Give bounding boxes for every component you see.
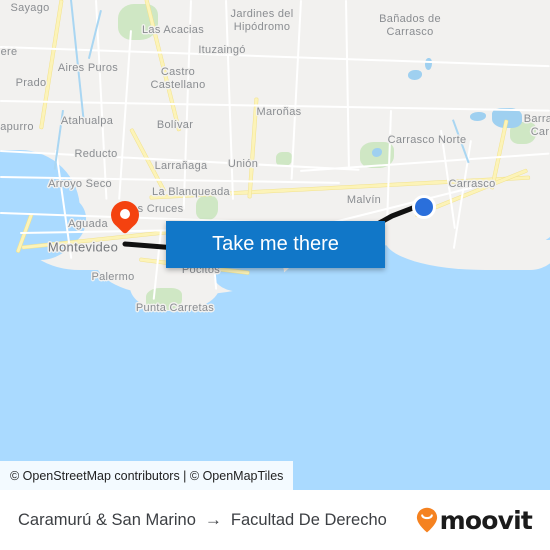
destination-marker-dot[interactable] bbox=[412, 195, 436, 219]
trip-origin-label: Caramurú & San Marino bbox=[18, 510, 196, 529]
pin-center-hole bbox=[120, 209, 130, 219]
footer-bar: Caramurú & San Marino → Facultad De Dere… bbox=[0, 490, 550, 550]
take-me-there-label: Take me there bbox=[212, 233, 339, 255]
moovit-pin-icon bbox=[416, 507, 438, 533]
take-me-there-button[interactable]: Take me there bbox=[166, 221, 385, 268]
trip-summary: Caramurú & San Marino → Facultad De Dere… bbox=[18, 510, 387, 530]
attribution-text: © OpenStreetMap contributors | © OpenMap… bbox=[10, 468, 284, 483]
map-attribution: © OpenStreetMap contributors | © OpenMap… bbox=[0, 461, 294, 490]
map-canvas[interactable]: Sayago Las Acacias Jardines del Hipódromo Ba… bbox=[0, 0, 550, 490]
moovit-logo[interactable]: moovit bbox=[416, 505, 533, 535]
arrow-right-icon: → bbox=[204, 510, 222, 529]
trip-destination-label: Facultad De Derecho bbox=[230, 510, 387, 529]
moovit-wordmark: moovit bbox=[439, 505, 533, 535]
origin-marker-pin[interactable] bbox=[111, 201, 139, 239]
